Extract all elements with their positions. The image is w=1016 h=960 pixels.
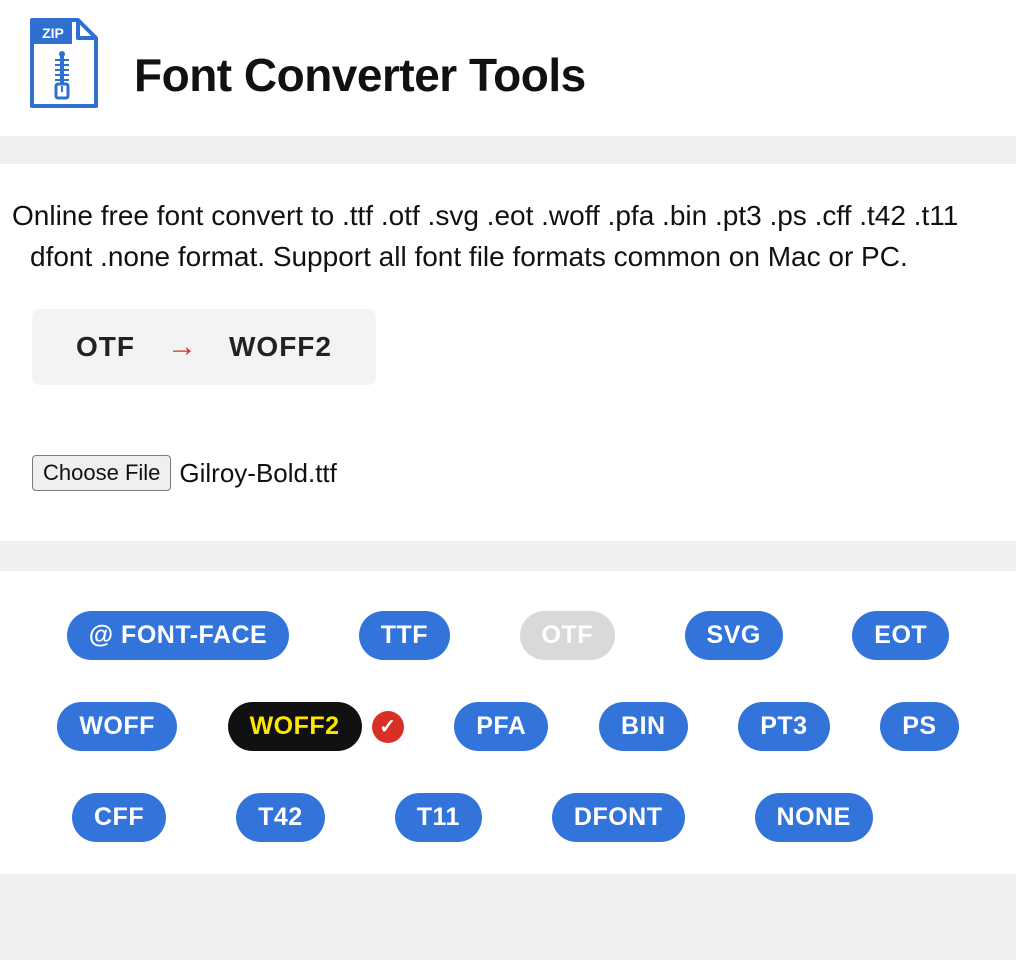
format-ps[interactable]: PS: [880, 702, 958, 751]
format-svg[interactable]: SVG: [685, 611, 783, 660]
conversion-badge: OTF → WOFF2: [32, 309, 376, 385]
file-chooser: Choose File Gilroy-Bold.ttf: [32, 455, 1016, 491]
check-icon: ✓: [372, 711, 404, 743]
format-row-1: @ FONT-FACE TTF OTF SVG EOT: [0, 611, 1016, 660]
zip-file-icon: ZIP: [28, 18, 100, 108]
conversion-from: OTF: [76, 331, 135, 363]
format-font-face[interactable]: @ FONT-FACE: [67, 611, 290, 660]
format-ttf[interactable]: TTF: [359, 611, 450, 660]
format-dfont[interactable]: DFONT: [552, 793, 685, 842]
format-cff[interactable]: CFF: [72, 793, 166, 842]
format-t42[interactable]: T42: [236, 793, 325, 842]
format-woff[interactable]: WOFF: [57, 702, 177, 751]
format-none[interactable]: NONE: [755, 793, 873, 842]
description-section: Online free font convert to .ttf .otf .s…: [0, 164, 1016, 541]
chosen-filename: Gilroy-Bold.ttf: [179, 458, 337, 489]
format-pt3[interactable]: PT3: [738, 702, 829, 751]
format-woff2-wrap: WOFF2 ✓: [228, 702, 404, 751]
format-eot[interactable]: EOT: [852, 611, 949, 660]
formats-section: @ FONT-FACE TTF OTF SVG EOT WOFF WOFF2 ✓…: [0, 571, 1016, 874]
format-t11[interactable]: T11: [395, 793, 482, 842]
description-text: Online free font convert to .ttf .otf .s…: [0, 196, 1016, 277]
format-row-2: WOFF WOFF2 ✓ PFA BIN PT3 PS: [0, 702, 1016, 751]
header: ZIP Font Converter Tools: [0, 0, 1016, 136]
conversion-to: WOFF2: [229, 331, 332, 363]
page-title: Font Converter Tools: [134, 26, 586, 101]
format-pfa[interactable]: PFA: [454, 702, 548, 751]
choose-file-button[interactable]: Choose File: [32, 455, 171, 491]
arrow-right-icon: →: [167, 332, 197, 362]
format-bin[interactable]: BIN: [599, 702, 688, 751]
svg-text:ZIP: ZIP: [42, 25, 64, 41]
format-otf: OTF: [520, 611, 616, 660]
format-woff2[interactable]: WOFF2: [228, 702, 362, 751]
format-row-3: CFF T42 T11 DFONT NONE: [0, 793, 1016, 842]
